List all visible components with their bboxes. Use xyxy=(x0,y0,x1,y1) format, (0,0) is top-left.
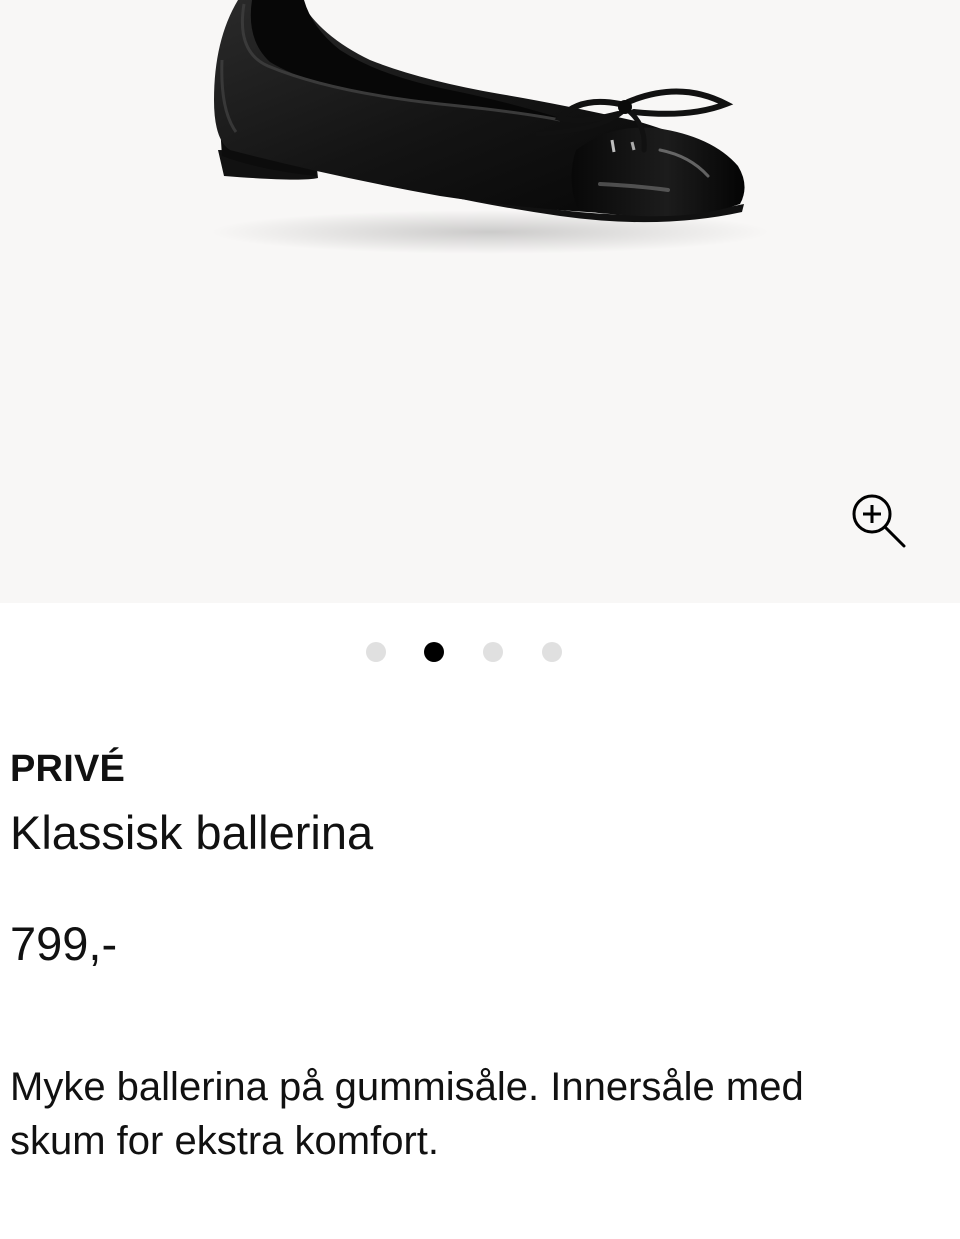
product-name: Klassisk ballerina xyxy=(10,806,374,859)
gallery-dot-2-active[interactable] xyxy=(424,642,444,662)
zoom-in-icon xyxy=(852,494,906,548)
zoom-button[interactable] xyxy=(846,490,912,554)
product-description: Myke ballerina på gummisåle. Innersåle m… xyxy=(10,1060,910,1168)
gallery-dot-3[interactable] xyxy=(483,642,503,662)
product-price: 799,- xyxy=(10,917,118,970)
gallery-dot-1[interactable] xyxy=(366,642,386,662)
description-line: skum for ekstra komfort. xyxy=(10,1119,439,1163)
product-image[interactable] xyxy=(0,0,960,603)
gallery-dot-4[interactable] xyxy=(542,642,562,662)
product-brand[interactable]: PRIVÉ xyxy=(10,746,125,792)
gallery-pagination xyxy=(0,640,960,664)
product-image-gallery[interactable] xyxy=(0,0,960,603)
description-line: Myke ballerina på gummisåle. Innersåle m… xyxy=(10,1065,804,1109)
